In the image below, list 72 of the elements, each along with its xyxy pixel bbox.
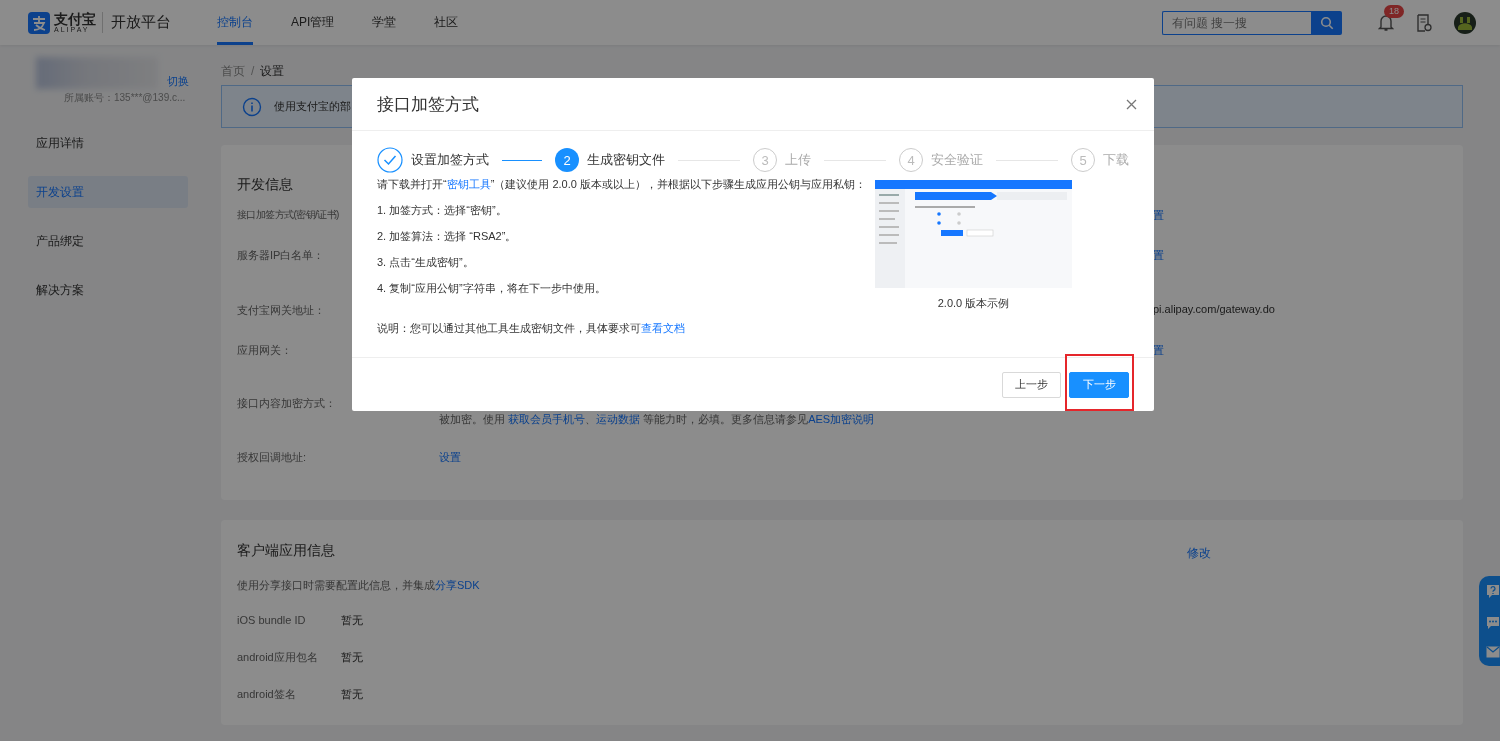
field-label: 授权回调地址: — [237, 450, 307, 465]
field-value: 暂无 — [341, 612, 363, 628]
logo-icon — [28, 11, 50, 34]
avatar-icon[interactable] — [1454, 11, 1476, 34]
switch-link[interactable]: 切换 — [167, 74, 189, 89]
field-label: 接口内容加密方式： — [237, 396, 336, 411]
step-label: 生成密钥文件 — [587, 151, 665, 169]
key-tool-link[interactable]: 密钥工具 — [446, 178, 491, 190]
close-icon[interactable] — [1126, 98, 1137, 110]
instruction-step: 3. 点击“生成密钥”。 — [377, 252, 875, 278]
step-label: 设置加签方式 — [411, 151, 489, 169]
sidebar-item[interactable]: 应用详情 — [28, 127, 188, 159]
example-caption: 2.0.0 版本示例 — [937, 296, 1010, 311]
alert-text: 使用支付宝的部 — [274, 99, 351, 114]
field-label: 应用网关： — [237, 343, 292, 358]
step-button[interactable]: 下一步 — [1069, 371, 1129, 398]
setting-link[interactable]: 设置 — [439, 451, 461, 463]
card-title: 客户端应用信息 — [237, 542, 335, 560]
sdk-link[interactable]: 分享SDK — [435, 579, 480, 591]
notification-badge: 18 — [1384, 4, 1404, 18]
note-link[interactable]: AES加密说明 — [808, 413, 875, 425]
docs-link[interactable]: 查看文档 — [641, 322, 685, 334]
field-label: 支付宝网关地址： — [237, 303, 325, 318]
card-description: 使用分享接口时需要配置此信息，并集成分享SDK — [237, 578, 481, 593]
sidebar-item[interactable]: 产品绑定 — [28, 225, 188, 257]
setting-link[interactable]: 置 — [1153, 249, 1164, 261]
sidebar-item[interactable]: 解决方案 — [28, 274, 188, 306]
note-link[interactable]: 运动数据 — [596, 413, 641, 425]
product-name: 开放平台 — [110, 13, 171, 32]
gateway-url: pi.alipay.com/gateway.do — [1153, 303, 1275, 315]
search-button[interactable] — [1311, 10, 1342, 35]
setting-link[interactable]: 置 — [1153, 209, 1164, 221]
field-value: 暂无 — [341, 686, 363, 702]
step-label: 安全验证 — [931, 151, 983, 169]
field-label: iOS bundle ID — [237, 614, 307, 626]
setting-link[interactable]: 置 — [1153, 344, 1164, 356]
field-label: 接口加签方式(密钥/证书) — [237, 208, 339, 222]
edit-link[interactable]: 修改 — [1187, 545, 1211, 562]
nav-tab[interactable]: 控制台 — [217, 0, 253, 45]
card-title: 开发信息 — [237, 176, 293, 192]
nav-tab[interactable]: 社区 — [434, 0, 459, 45]
note-link[interactable]: 获取会员手机号 — [508, 413, 586, 425]
step-button[interactable]: 上一步 — [1002, 371, 1061, 398]
nav-tab[interactable]: API管理 — [291, 0, 335, 45]
field-note: 被加密。使用 获取会员手机号、运动数据 等能力时，必填。更多信息请参见AES加密说明 — [439, 413, 875, 425]
search-icon — [1319, 15, 1334, 30]
breadcrumb-link[interactable]: 首页 — [221, 62, 245, 80]
dialog-title: 接口加签方式 — [377, 93, 479, 116]
field-label: 服务器IP白名单： — [237, 248, 325, 263]
instruction-step: 4. 复制“应用公钥”字符串，将在下一步中使用。 — [377, 278, 875, 304]
info-icon — [242, 96, 262, 117]
brand-name: 支付宝 — [54, 12, 96, 26]
step-number: 2 — [555, 148, 579, 172]
field-label: android应用包名 — [237, 649, 319, 665]
step-label: 下载 — [1103, 151, 1129, 169]
field-value: 暂无 — [341, 649, 363, 665]
mail-icon[interactable] — [1486, 646, 1500, 658]
bell-icon[interactable] — [1378, 13, 1394, 32]
step-label: 上传 — [785, 151, 811, 169]
note-text: 说明：您可以通过其他工具生成密钥文件，具体要求可查看文档 — [377, 321, 686, 336]
sidebar-item[interactable]: 开发设置 — [28, 176, 188, 208]
intro-text: 请下载并打开“密钥工具”（建议使用 2.0.0 版本或以上），并根据以下步骤生成应用公钥与应用私钥： — [377, 177, 867, 192]
field-label: android签名 — [237, 686, 297, 702]
breadcrumb-link[interactable]: 设置 — [260, 62, 285, 80]
document-icon[interactable] — [1416, 13, 1432, 32]
instruction-step: 1. 加签方式：选择“密钥”。 — [377, 200, 875, 226]
nav-tab[interactable]: 学堂 — [372, 0, 397, 45]
help-icon[interactable] — [1486, 584, 1500, 600]
chat-icon[interactable] — [1486, 616, 1500, 630]
instruction-step: 2. 加签算法：选择 “RSA2”。 — [377, 226, 875, 252]
breadcrumb-separator: / — [251, 64, 255, 78]
search-field[interactable]: 有问题 搜一搜 — [1162, 10, 1311, 35]
